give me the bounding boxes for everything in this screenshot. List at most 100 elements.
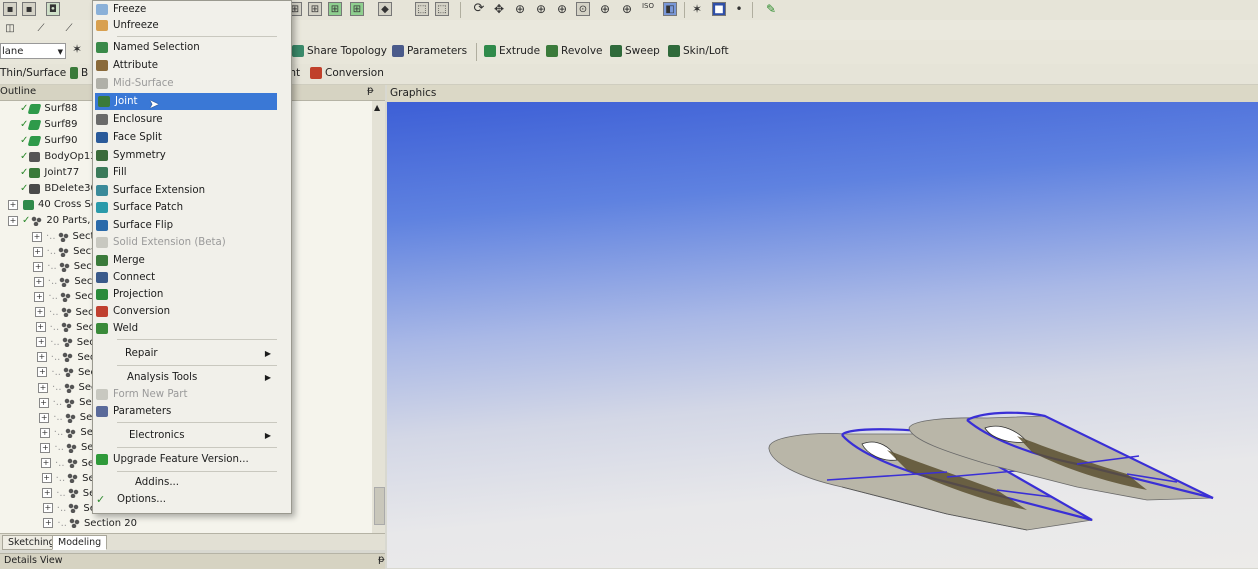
revolve-icon[interactable]: ⊞: [350, 2, 364, 16]
extrude-button[interactable]: Extrude: [484, 45, 540, 57]
thin-surface-button[interactable]: Thin/Surface: [0, 67, 66, 79]
menu-item-face-split[interactable]: Face Split: [93, 129, 279, 146]
menu-item-surface-extension[interactable]: Surface Extension: [93, 182, 279, 199]
expand-icon[interactable]: +: [36, 352, 47, 363]
save-all-icon[interactable]: ▪: [22, 2, 36, 16]
menu-item-conversion[interactable]: Conversion: [93, 303, 279, 320]
expand-icon[interactable]: +: [42, 488, 53, 499]
graphics-viewport[interactable]: [387, 102, 1258, 568]
magnify-icon[interactable]: ⊕: [598, 2, 612, 16]
expand-icon[interactable]: +: [38, 397, 49, 408]
rotate-icon[interactable]: ⟳: [472, 2, 486, 16]
menu-item-attribute[interactable]: Attribute: [93, 57, 279, 74]
expand-icon[interactable]: +: [33, 276, 44, 287]
menu-item-parameters[interactable]: Parameters: [93, 403, 279, 420]
expand-icon[interactable]: +: [40, 442, 51, 453]
expand-icon[interactable]: +: [39, 412, 50, 423]
expand-icon[interactable]: +: [34, 291, 45, 302]
zoom-window-icon[interactable]: ⊙: [576, 2, 590, 16]
outline-section-item[interactable]: + ·.. Section 20: [43, 516, 137, 531]
menu-item-symmetry[interactable]: Symmetry: [93, 147, 279, 164]
face-icon[interactable]: ■: [712, 2, 726, 16]
outline-item[interactable]: +40 Cross Se: [8, 197, 97, 212]
display-icon[interactable]: ◧: [663, 2, 677, 16]
layout-icon[interactable]: ◫: [3, 22, 17, 36]
blend-button[interactable]: B: [70, 67, 88, 79]
menu-item-solid-extension-beta[interactable]: Solid Extension (Beta): [93, 234, 279, 251]
share-topology-button[interactable]: Share Topology: [292, 45, 387, 57]
menu-item-weld[interactable]: Weld: [93, 320, 279, 337]
outline-item[interactable]: ✓ Surf88: [20, 101, 77, 116]
menu-item-form-new-part[interactable]: Form New Part: [93, 386, 279, 403]
new-sketch-icon[interactable]: ⊞: [308, 2, 322, 16]
menu-item-analysis-tools[interactable]: Analysis Tools ▶: [93, 369, 279, 386]
outline-item[interactable]: ✓ BodyOp13: [20, 149, 97, 164]
save-icon[interactable]: ▪: [3, 2, 17, 16]
expand-icon[interactable]: +: [35, 322, 46, 333]
plane-select[interactable]: lane ▼: [0, 43, 66, 59]
line-tool-icon[interactable]: ⟋: [34, 22, 48, 36]
menu-item-freeze[interactable]: Freeze: [93, 1, 279, 18]
zoom-fit-icon[interactable]: ⊕: [555, 2, 569, 16]
menu-item-enclosure[interactable]: Enclosure: [93, 111, 279, 128]
sweep-button[interactable]: Sweep: [610, 45, 660, 57]
outline-scrollbar[interactable]: ▲: [372, 101, 385, 533]
expand-icon[interactable]: +: [35, 307, 45, 317]
iso-icon[interactable]: ISO: [641, 2, 655, 16]
extrude-icon[interactable]: ⊞: [328, 2, 342, 16]
pan-icon[interactable]: ✥: [492, 2, 506, 16]
menu-item-projection[interactable]: Projection: [93, 286, 279, 303]
zoom-box-icon[interactable]: ⊕: [534, 2, 548, 16]
normal-icon[interactable]: ✶: [690, 2, 704, 16]
menu-item-fill[interactable]: Fill: [93, 164, 279, 181]
menu-item-surface-flip[interactable]: Surface Flip: [93, 217, 279, 234]
point-icon[interactable]: •: [732, 2, 746, 16]
select-icon[interactable]: ◆: [378, 2, 392, 16]
expand-icon[interactable]: +: [32, 231, 42, 242]
expand-icon[interactable]: +: [42, 503, 53, 514]
expand-icon[interactable]: +: [32, 246, 43, 257]
skin-loft-button[interactable]: Skin/Loft: [668, 45, 729, 57]
help-icon[interactable]: ✎: [764, 2, 778, 16]
menu-item-named-selection[interactable]: Named Selection: [93, 39, 279, 56]
axis-icon[interactable]: ✶: [70, 42, 84, 56]
menu-item-joint[interactable]: Joint: [95, 93, 277, 110]
menu-item-electronics[interactable]: Electronics ▶: [93, 427, 279, 444]
select-face-icon[interactable]: ⬚: [435, 2, 449, 16]
menu-item-mid-surface[interactable]: Mid-Surface: [93, 75, 279, 92]
menu-item-repair[interactable]: Repair ▶: [93, 345, 279, 362]
menu-item-addins[interactable]: Addins...: [93, 474, 279, 491]
parameters-button[interactable]: Parameters: [392, 45, 467, 57]
expand-icon[interactable]: +: [33, 261, 44, 272]
expand-icon[interactable]: +: [37, 367, 48, 378]
outline-item[interactable]: ✓ Surf89: [20, 117, 77, 132]
expand-icon[interactable]: +: [8, 199, 18, 210]
details-pin-icon[interactable]: ᵽ: [378, 554, 385, 565]
expand-icon[interactable]: +: [8, 215, 18, 226]
zoom-in-icon[interactable]: ⊕: [513, 2, 527, 16]
menu-item-merge[interactable]: Merge: [93, 252, 279, 269]
outline-item[interactable]: ✓ Joint77: [20, 165, 79, 180]
expand-icon[interactable]: +: [36, 337, 47, 348]
scroll-up-icon[interactable]: ▲: [374, 103, 380, 112]
menu-item-options[interactable]: ✓ Options...: [93, 491, 279, 508]
menu-item-unfreeze[interactable]: Unfreeze: [93, 17, 279, 34]
expand-icon[interactable]: +: [43, 518, 54, 529]
scroll-thumb[interactable]: [374, 487, 385, 525]
revolve-button[interactable]: Revolve: [546, 45, 603, 57]
menu-item-upgrade-feature-version[interactable]: Upgrade Feature Version...: [93, 451, 279, 468]
outline-item[interactable]: ✓ BDelete30: [20, 181, 97, 196]
expand-icon[interactable]: +: [41, 458, 51, 468]
search-icon[interactable]: ⊕: [620, 2, 634, 16]
expand-icon[interactable]: +: [38, 382, 48, 393]
outline-item[interactable]: ✓ Surf90: [20, 133, 77, 148]
expand-icon[interactable]: +: [41, 473, 52, 484]
camera-icon[interactable]: ◘: [46, 2, 60, 16]
conversion-toolbar-button[interactable]: Conversion: [310, 67, 384, 79]
pin-icon[interactable]: ᵽ: [367, 85, 374, 96]
expand-icon[interactable]: +: [39, 427, 50, 438]
select-box-icon[interactable]: ⬚: [415, 2, 429, 16]
menu-item-surface-patch[interactable]: Surface Patch: [93, 199, 279, 216]
tab-modeling[interactable]: Modeling: [52, 535, 108, 550]
menu-item-connect[interactable]: Connect: [93, 269, 279, 286]
